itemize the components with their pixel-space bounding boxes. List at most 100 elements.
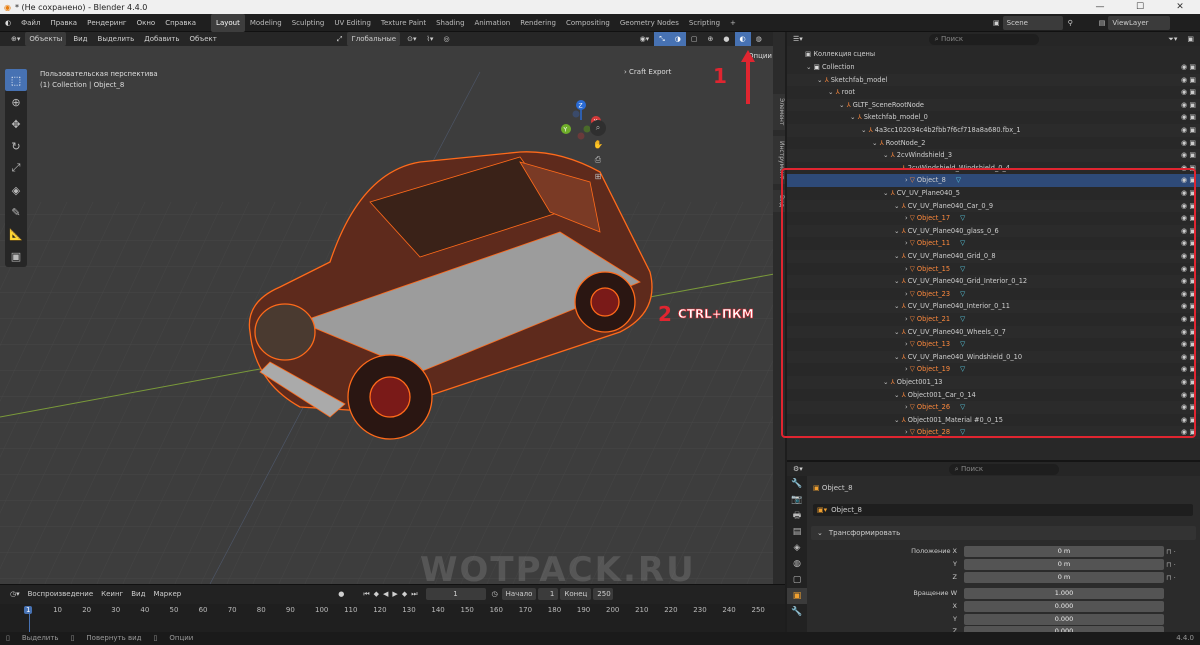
side-tab-tool[interactable]: Инструмент: [773, 136, 785, 184]
camera-icon[interactable]: ▣: [1189, 252, 1196, 260]
output-tab-icon[interactable]: 🖶: [787, 508, 807, 524]
menu-help[interactable]: Справка: [160, 14, 201, 32]
lock-icon[interactable]: ⊓ ·: [1166, 559, 1190, 572]
camera-icon[interactable]: ▣: [1189, 164, 1196, 172]
vp-menu-select[interactable]: Выделить: [93, 32, 140, 46]
tab-layout[interactable]: Layout: [211, 13, 245, 32]
outliner-empty-row[interactable]: ⌄ ⅄ Object001_Car_0_14 ◉ ▣: [787, 389, 1200, 402]
filter-icon[interactable]: ⏷▾: [1164, 35, 1181, 44]
outliner-empty-row[interactable]: ⌄ ⅄ CV_UV_Plane040_glass_0_6 ◉ ▣: [787, 224, 1200, 238]
tl-menu-playback[interactable]: Воспроизведение: [24, 590, 98, 598]
tab-geometry-nodes[interactable]: Geometry Nodes: [615, 14, 684, 32]
jump-end-icon[interactable]: ⏭: [409, 590, 419, 599]
outliner-object-row[interactable]: › ▽ Object_15 ▽ ◉ ▣: [787, 263, 1200, 276]
gizmo-toggle-icon[interactable]: ⤡: [654, 32, 670, 46]
visibility-icon[interactable]: ◉▾: [635, 32, 655, 46]
camera-icon[interactable]: ▣: [1189, 227, 1196, 235]
xray-icon[interactable]: ▢: [686, 32, 703, 46]
minimize-icon[interactable]: —: [1080, 0, 1120, 14]
annotate-tool-icon[interactable]: ✎: [5, 201, 27, 223]
camera-icon[interactable]: ▣: [1189, 290, 1196, 298]
outliner-object-row[interactable]: › ▽ Object_17 ▽ ◉ ▣: [787, 212, 1200, 225]
camera-icon[interactable]: ▣: [1189, 239, 1196, 247]
tool-tab-icon[interactable]: 🔧: [787, 476, 807, 492]
tab-sculpting[interactable]: Sculpting: [287, 14, 330, 32]
camera-icon[interactable]: ▣: [1189, 391, 1196, 399]
tab-scripting[interactable]: Scripting: [684, 14, 725, 32]
scene-selector[interactable]: Scene: [1002, 16, 1063, 30]
outliner-empty-row[interactable]: ⌄ ⅄ GLTF_SceneRootNode ◉ ▣: [787, 98, 1200, 112]
menu-edit[interactable]: Правка: [45, 14, 82, 32]
chevron-down-icon[interactable]: ⌄: [894, 416, 902, 424]
outliner-empty-row[interactable]: ⌄ ⅄ 4a3cc102034c4b2fbb7f6cf718a8a680.fbx…: [787, 124, 1200, 137]
camera-icon[interactable]: ▣: [1189, 277, 1196, 285]
object-tab-icon[interactable]: ▣: [787, 588, 807, 604]
camera-icon[interactable]: ▣: [1189, 76, 1196, 84]
pan-hand-icon[interactable]: ✋: [590, 136, 606, 152]
rotate-tool-icon[interactable]: ↻: [5, 135, 27, 157]
end-frame-field[interactable]: 250: [593, 588, 614, 600]
side-tab-item[interactable]: Элемент: [773, 94, 785, 130]
outliner-object-row[interactable]: › ▽ Object_11 ▽ ◉ ▣: [787, 237, 1200, 250]
record-icon[interactable]: ●: [335, 590, 347, 598]
proportional-edit-icon[interactable]: ◎: [438, 32, 454, 46]
next-key-icon[interactable]: ◆: [400, 590, 409, 598]
outliner-search-field[interactable]: ⌕ Поиск: [928, 33, 1039, 45]
view-layer-selector[interactable]: ViewLayer: [1108, 16, 1171, 30]
outliner-object-row[interactable]: › ▽ Object_23 ▽ ◉ ▣: [787, 288, 1200, 301]
pin-icon[interactable]: ⚲: [1065, 14, 1076, 32]
chevron-down-icon[interactable]: ⌄: [894, 202, 902, 210]
modifier-tab-icon[interactable]: 🔧: [787, 604, 807, 620]
menu-render[interactable]: Рендеринг: [82, 14, 132, 32]
camera-icon[interactable]: ▣: [1189, 63, 1196, 71]
outliner-editor-icon[interactable]: ☰▾: [787, 35, 809, 43]
rotation-w-field[interactable]: 1.000: [964, 588, 1164, 599]
wireframe-shading-icon[interactable]: ⊕: [703, 32, 719, 46]
side-tab-view[interactable]: Вид: [773, 190, 785, 212]
solid-shading-icon[interactable]: ●: [718, 32, 734, 46]
craft-export-panel[interactable]: › Craft Export: [624, 68, 671, 76]
location-z-field[interactable]: 0 m: [964, 572, 1164, 583]
render-tab-icon[interactable]: 📷: [787, 492, 807, 508]
chevron-down-icon[interactable]: ⌄: [894, 252, 902, 260]
rotation-x-field[interactable]: 0.000: [964, 601, 1164, 612]
outliner-empty-row[interactable]: ⌄ ⅄ CV_UV_Plane040_Wheels_0_7 ◉ ▣: [787, 325, 1200, 339]
pivot-icon[interactable]: ⊙▾: [402, 32, 421, 46]
camera-icon[interactable]: ▣: [1189, 202, 1196, 210]
outliner-empty-row[interactable]: ⌄ ⅄ Object001_Material #0_0_15 ◉ ▣: [787, 414, 1200, 427]
chevron-down-icon[interactable]: ⌄: [883, 189, 891, 197]
chevron-down-icon[interactable]: ⌄: [894, 227, 902, 235]
outliner-object-row[interactable]: › ▽ Object_26 ▽ ◉ ▣: [787, 401, 1200, 414]
outliner-object-row[interactable]: › ▽ Object_19 ▽ ◉ ▣: [787, 363, 1200, 376]
location-y-field[interactable]: 0 m: [964, 559, 1164, 570]
camera-icon[interactable]: ⎙: [590, 152, 606, 168]
select-tool-icon[interactable]: ⬚: [5, 69, 27, 91]
tab-texture-paint[interactable]: Texture Paint: [376, 14, 431, 32]
camera-icon[interactable]: ▣: [1189, 328, 1196, 336]
editor-type-icon[interactable]: ⊕▾: [6, 32, 25, 46]
start-frame-field[interactable]: 1: [538, 588, 559, 600]
camera-icon[interactable]: ▣: [1189, 340, 1196, 348]
close-icon[interactable]: ✕: [1160, 0, 1200, 14]
outliner-empty-row[interactable]: ⌄ ⅄ 2cvWindshield_Windshield_0_4 ◉ ▣: [787, 162, 1200, 175]
tab-shading[interactable]: Shading: [431, 14, 469, 32]
chevron-down-icon[interactable]: ⌄: [839, 101, 847, 109]
camera-icon[interactable]: ▣: [1189, 353, 1196, 361]
outliner-empty-row[interactable]: ⌄ ⅄ root ◉ ▣: [787, 86, 1200, 99]
tl-menu-keying[interactable]: Кеинг: [97, 590, 127, 598]
new-collection-icon[interactable]: ▣: [1181, 35, 1200, 43]
camera-icon[interactable]: ▣: [1189, 139, 1196, 147]
outliner-empty-row[interactable]: ⌄ ⅄ CV_UV_Plane040_Interior_0_11 ◉ ▣: [787, 300, 1200, 313]
outliner-empty-row[interactable]: ⌄ ▣ Collection ◉ ▣: [787, 61, 1200, 74]
chevron-down-icon[interactable]: ⌄: [894, 277, 902, 285]
outliner-empty-row[interactable]: ⌄ ⅄ 2cvWindshield_3 ◉ ▣: [787, 149, 1200, 162]
tl-menu-view[interactable]: Вид: [127, 590, 149, 598]
camera-icon[interactable]: ▣: [1189, 315, 1196, 323]
collection-tab-icon[interactable]: ▢: [787, 572, 807, 588]
scene-tab-icon[interactable]: ◈: [787, 540, 807, 556]
outliner-object-row[interactable]: › ▽ Object_8 ▽ ◉ ▣: [787, 174, 1200, 187]
chevron-down-icon[interactable]: ⌄: [861, 126, 869, 134]
tab-rendering[interactable]: Rendering: [515, 14, 561, 32]
vp-menu-view[interactable]: Вид: [68, 32, 92, 46]
camera-icon[interactable]: ▣: [1189, 176, 1196, 184]
